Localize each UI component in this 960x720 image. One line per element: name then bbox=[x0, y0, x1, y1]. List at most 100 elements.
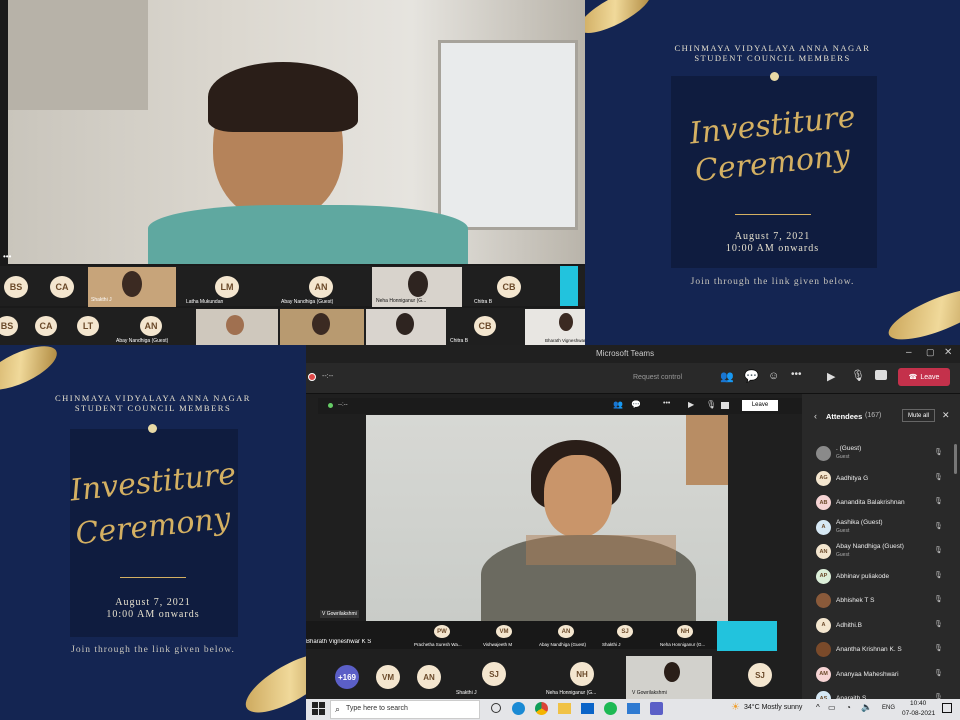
close-panel-icon[interactable]: ✕ bbox=[942, 410, 950, 421]
mic-off-icon[interactable]: 🎙 bbox=[851, 369, 865, 382]
mail-icon[interactable] bbox=[581, 703, 594, 714]
back-icon[interactable]: ‹ bbox=[814, 411, 817, 421]
more-options-icon[interactable]: ••• bbox=[3, 252, 11, 261]
clock-date[interactable]: 07-08-2021 bbox=[902, 710, 935, 717]
clock-time[interactable]: 10:40 bbox=[910, 700, 926, 707]
avatar-vm[interactable]: VM bbox=[376, 665, 400, 689]
more-actions-icon[interactable]: ••• bbox=[791, 369, 802, 380]
attendee-row[interactable]: AM Ananyaa Maheshwari 🎙 bbox=[802, 663, 960, 687]
attendee-row[interactable]: AP Abhinav puliakode 🎙 bbox=[802, 565, 960, 589]
maximize-icon[interactable]: ▢ bbox=[926, 347, 935, 358]
avatar-bs[interactable]: BS bbox=[4, 276, 28, 298]
teams-icon[interactable] bbox=[650, 702, 663, 715]
request-control-button[interactable]: Request control bbox=[633, 374, 682, 381]
avatar-cb[interactable]: CB bbox=[497, 276, 521, 298]
avatar-sj[interactable]: SJ bbox=[748, 663, 772, 687]
mic-off-icon[interactable]: 🎙 bbox=[934, 497, 943, 505]
mic-off-icon[interactable]: 🎙 bbox=[934, 595, 943, 603]
task-view-icon[interactable] bbox=[491, 703, 501, 713]
mic-off-icon[interactable]: 🎙 bbox=[934, 571, 943, 579]
avatar-an[interactable]: AN bbox=[558, 625, 574, 638]
avatar-lm[interactable]: LM bbox=[215, 276, 239, 298]
network-icon[interactable]: ▭ bbox=[828, 703, 836, 712]
video-tile-bharath[interactable]: Bharath Vigneshwar... bbox=[525, 309, 589, 345]
avatar-an[interactable]: AN bbox=[309, 276, 333, 298]
video-tile-c[interactable] bbox=[366, 309, 446, 345]
reactions-icon[interactable]: ☺ bbox=[768, 370, 779, 382]
shared-screen-tile[interactable] bbox=[560, 266, 578, 306]
attendee-row[interactable]: A Adhithi.B 🎙 bbox=[802, 614, 960, 638]
people-icon[interactable]: 👥 bbox=[720, 370, 734, 383]
attendee-row[interactable]: Abhishek T S 🎙 bbox=[802, 589, 960, 613]
avatar-lt[interactable]: LT bbox=[77, 316, 99, 336]
window-title: Microsoft Teams bbox=[596, 349, 655, 358]
avatar-cb[interactable]: CB bbox=[474, 316, 496, 336]
inner-people-icon[interactable]: 👥 bbox=[613, 400, 623, 409]
video-tile-gowrilakshmi[interactable]: V Gowrilakshmi bbox=[626, 656, 712, 699]
language-indicator[interactable]: ENG bbox=[882, 705, 895, 711]
spotify-icon[interactable] bbox=[604, 702, 617, 715]
avatar-vm[interactable]: VM bbox=[496, 625, 512, 638]
inner-mic-icon[interactable]: 🎙 bbox=[706, 400, 716, 409]
attendee-row[interactable]: AG Aadhitya G 🎙 bbox=[802, 467, 960, 491]
avatar-sj[interactable]: SJ bbox=[617, 625, 633, 638]
mute-all-button[interactable]: Mute all bbox=[902, 409, 935, 422]
avatar-ca[interactable]: CA bbox=[35, 316, 57, 336]
shared-screen-tile[interactable] bbox=[717, 621, 777, 651]
explorer-icon[interactable] bbox=[558, 703, 571, 714]
windows-start-icon[interactable] bbox=[312, 702, 325, 715]
mic-off-icon[interactable]: 🎙 bbox=[934, 473, 943, 481]
mic-off-icon[interactable]: 🎙 bbox=[934, 644, 943, 652]
mic-off-icon[interactable]: 🎙 bbox=[934, 669, 943, 677]
wifi-icon[interactable]: ◔ bbox=[846, 703, 851, 712]
search-box[interactable]: ⌕ Type here to search bbox=[330, 700, 480, 719]
attendee-row[interactable]: AS Anaraith S 🎙 bbox=[802, 687, 960, 699]
store-icon[interactable] bbox=[627, 703, 640, 714]
attendee-row[interactable]: AB Aanandita Balakrishnan 🎙 bbox=[802, 491, 960, 515]
video-tile-neha[interactable]: Neha Honniganur (G... bbox=[372, 267, 462, 307]
attendee-row[interactable]: . (Guest) Guest 🎙 bbox=[802, 442, 960, 466]
chrome-icon[interactable] bbox=[535, 702, 548, 715]
mic-off-icon[interactable]: 🎙 bbox=[934, 448, 943, 456]
share-icon[interactable] bbox=[875, 370, 887, 380]
attendee-row[interactable]: AN Abay Nandhiga (Guest) Guest 🎙 bbox=[802, 540, 960, 564]
avatar-overflow-count[interactable]: +169 bbox=[335, 665, 359, 689]
attendee-row[interactable]: A Aashika (Guest) Guest 🎙 bbox=[802, 516, 960, 540]
leave-button[interactable]: ☎ Leave bbox=[898, 368, 950, 386]
inner-leave-button[interactable]: Leave bbox=[742, 400, 778, 411]
minimize-icon[interactable]: – bbox=[906, 347, 912, 358]
avatar-pw[interactable]: PW bbox=[434, 625, 450, 638]
avatar-ca[interactable]: CA bbox=[50, 276, 74, 298]
video-tile-a[interactable] bbox=[196, 309, 278, 345]
avatar-nh[interactable]: NH bbox=[677, 625, 693, 638]
org-line1: CHINMAYA VIDYALAYA ANNA NAGAR bbox=[674, 43, 871, 53]
avatar-an[interactable]: AN bbox=[417, 665, 441, 689]
scrollbar[interactable] bbox=[954, 444, 957, 474]
person-silhouette bbox=[664, 662, 680, 682]
avatar-an[interactable]: AN bbox=[140, 316, 162, 336]
mic-off-icon[interactable]: 🎙 bbox=[934, 522, 943, 530]
attendee-avatar: AN bbox=[816, 544, 831, 559]
edge-icon[interactable] bbox=[512, 702, 525, 715]
video-tile-b[interactable] bbox=[280, 309, 364, 345]
video-tile-shakthi[interactable]: Shakthi J bbox=[88, 267, 176, 307]
tray-chevron-icon[interactable]: ^ bbox=[816, 703, 820, 712]
tile-name: Abay Nandhiga (Guest) bbox=[281, 299, 334, 305]
avatar-nh[interactable]: NH bbox=[570, 662, 594, 686]
close-icon[interactable]: ✕ bbox=[944, 347, 952, 358]
inner-camera-icon[interactable]: ▶ bbox=[688, 400, 694, 409]
camera-icon[interactable]: ▶ bbox=[827, 370, 835, 383]
chat-icon[interactable]: 💬 bbox=[744, 369, 759, 383]
avatar-sj[interactable]: SJ bbox=[482, 662, 506, 686]
attendee-name: Adhithi.B bbox=[836, 621, 863, 629]
volume-icon[interactable]: 🔈 bbox=[861, 702, 872, 713]
attendee-row[interactable]: Anantha Krishnan K. S 🎙 bbox=[802, 638, 960, 662]
divider bbox=[120, 577, 186, 578]
notification-icon[interactable] bbox=[942, 703, 952, 713]
mic-off-icon[interactable]: 🎙 bbox=[934, 620, 943, 628]
attendee-avatar: AB bbox=[816, 495, 831, 510]
inner-chat-icon[interactable]: 💬 bbox=[631, 400, 641, 409]
inner-share-icon[interactable] bbox=[721, 402, 729, 409]
mic-off-icon[interactable]: 🎙 bbox=[934, 546, 943, 554]
inner-more-icon[interactable]: ••• bbox=[663, 400, 670, 407]
